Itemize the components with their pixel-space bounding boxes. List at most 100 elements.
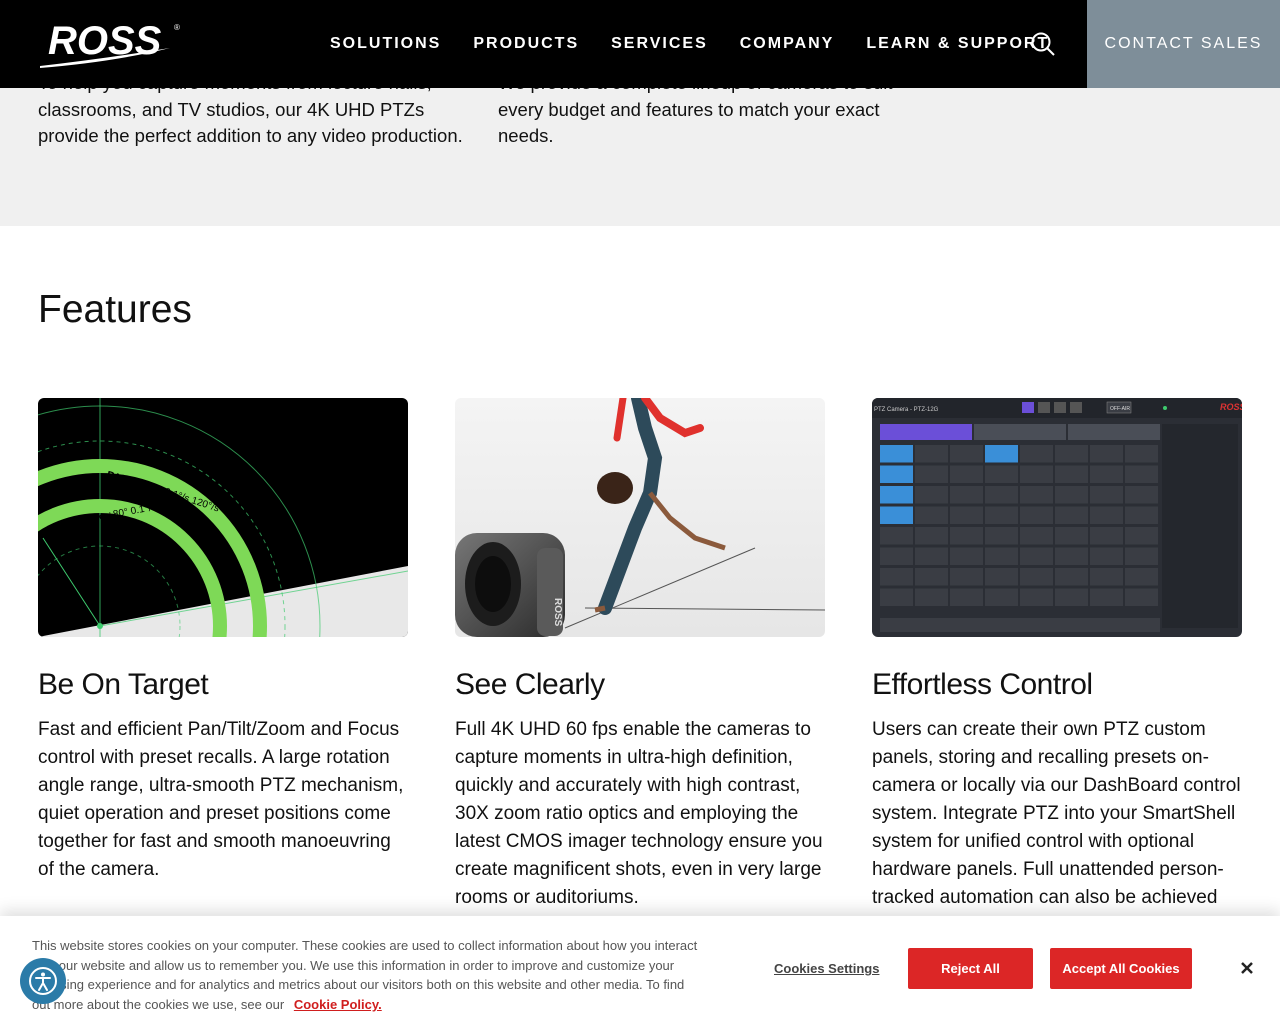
logo-text: ROSS [48,19,162,63]
site-header: ROSS ® SOLUTIONS PRODUCTS SERVICES COMPA… [0,0,1280,88]
main-nav: SOLUTIONS PRODUCTS SERVICES COMPANY LEAR… [330,0,1081,88]
preset-cell [985,445,1018,463]
preset-cell [1125,568,1158,586]
preset-cell [950,588,983,606]
preset-cell [985,506,1018,524]
accessibility-icon[interactable] [20,958,66,1004]
preset-cell [880,527,913,545]
preset-cell [1090,445,1123,463]
preset-cell [1125,506,1158,524]
feature-card-target: PAN +170° 0.1°/s 120°/s TILT -35° to +80… [38,398,408,884]
reject-all-button[interactable]: Reject All [908,948,1033,989]
preset-cell [985,568,1018,586]
intro-section: To help you capture moments from lecture… [0,88,1280,226]
preset-cell [1055,445,1088,463]
preset-cell [915,588,948,606]
search-icon[interactable] [1030,31,1056,57]
preset-cell [950,445,983,463]
nav-solutions[interactable]: SOLUTIONS [330,35,441,53]
svg-text:®: ® [174,23,180,32]
preset-cell [1125,588,1158,606]
preset-cell [915,465,948,483]
preset-cell [1020,527,1053,545]
preset-cell [1020,568,1053,586]
preset-cell [880,486,913,504]
card-text: Fast and efficient Pan/Tilt/Zoom and Foc… [38,719,404,880]
ptz-panel-screenshot: PTZ Camera - PTZ-12G OFF-AIR ROSS [872,398,1242,637]
preset-cell [1020,465,1053,483]
preset-cell [1020,547,1053,565]
preset-cell [880,568,913,586]
cookie-banner: This website stores cookies on your comp… [0,916,1280,1024]
features-heading: Features [38,288,192,331]
nav-company[interactable]: COMPANY [740,35,835,53]
preset-cell [950,465,983,483]
panel-brand: ROSS [1220,402,1242,412]
preset-cell [1055,506,1088,524]
preset-cell [880,547,913,565]
preset-cell [1020,506,1053,524]
preset-cell [915,486,948,504]
preset-cell [950,486,983,504]
preset-cell [985,465,1018,483]
preset-cell [1055,486,1088,504]
preset-cell [950,506,983,524]
pan-tilt-graphic: PAN +170° 0.1°/s 120°/s TILT -35° to +80… [38,398,408,637]
preset-cell [950,547,983,565]
preset-cell [880,445,913,463]
preset-cell [1090,588,1123,606]
card-text: Full 4K UHD 60 fps enable the cameras to… [455,719,823,908]
preset-cell [1055,465,1088,483]
preset-cell [950,568,983,586]
feature-card-control: PTZ Camera - PTZ-12G OFF-AIR ROSS Effort… [872,398,1242,912]
preset-cell [1090,568,1123,586]
preset-cell [915,568,948,586]
accept-all-button[interactable]: Accept All Cookies [1050,948,1192,989]
preset-cell [1125,486,1158,504]
cookie-policy-link[interactable]: Cookie Policy. [294,997,382,1012]
preset-cell [1090,486,1123,504]
preset-cell [915,445,948,463]
preset-cell [1020,445,1053,463]
card-text: Users can create their own PTZ custom pa… [872,719,1241,908]
preset-cell [985,588,1018,606]
preset-cell [1090,465,1123,483]
cookie-settings-link[interactable]: Cookies Settings [774,961,879,976]
preset-cell [915,527,948,545]
intro-text-left: To help you capture moments from lecture… [38,88,463,146]
preset-cell [880,506,913,524]
preset-cell [1125,465,1158,483]
preset-cell [880,465,913,483]
feature-card-clarity: ROSS See Clearly Full 4K UHD 60 fps enab… [455,398,825,912]
preset-cell [1090,506,1123,524]
preset-cell [915,506,948,524]
preset-cell [915,547,948,565]
intro-text-right: We provide a complete lineup of cameras … [498,88,893,146]
dancer-camera-photo: ROSS [455,398,825,637]
panel-title: PTZ Camera - PTZ-12G [874,407,939,413]
card-title: Effortless Control [872,668,1093,701]
preset-cell [985,547,1018,565]
preset-cell [1125,547,1158,565]
preset-cell [1090,527,1123,545]
nav-services[interactable]: SERVICES [611,35,708,53]
preset-cell [1055,568,1088,586]
close-icon[interactable] [1238,959,1256,977]
card-title: Be On Target [38,668,209,701]
nav-learn-support[interactable]: LEARN & SUPPORT [866,35,1049,53]
preset-cell [1055,547,1088,565]
nav-products[interactable]: PRODUCTS [473,35,579,53]
preset-cell [1020,588,1053,606]
camera-brand: ROSS [552,598,563,627]
status-label: OFF-AIR [1110,406,1130,412]
preset-cell [985,527,1018,545]
contact-sales-button[interactable]: CONTACT SALES [1087,0,1280,88]
preset-cell [1125,445,1158,463]
preset-cell [1055,527,1088,545]
preset-cell [1055,588,1088,606]
card-title: See Clearly [455,668,605,701]
ross-logo[interactable]: ROSS ® [38,18,188,70]
preset-cell [880,588,913,606]
preset-cell [1125,527,1158,545]
preset-cell [1090,547,1123,565]
